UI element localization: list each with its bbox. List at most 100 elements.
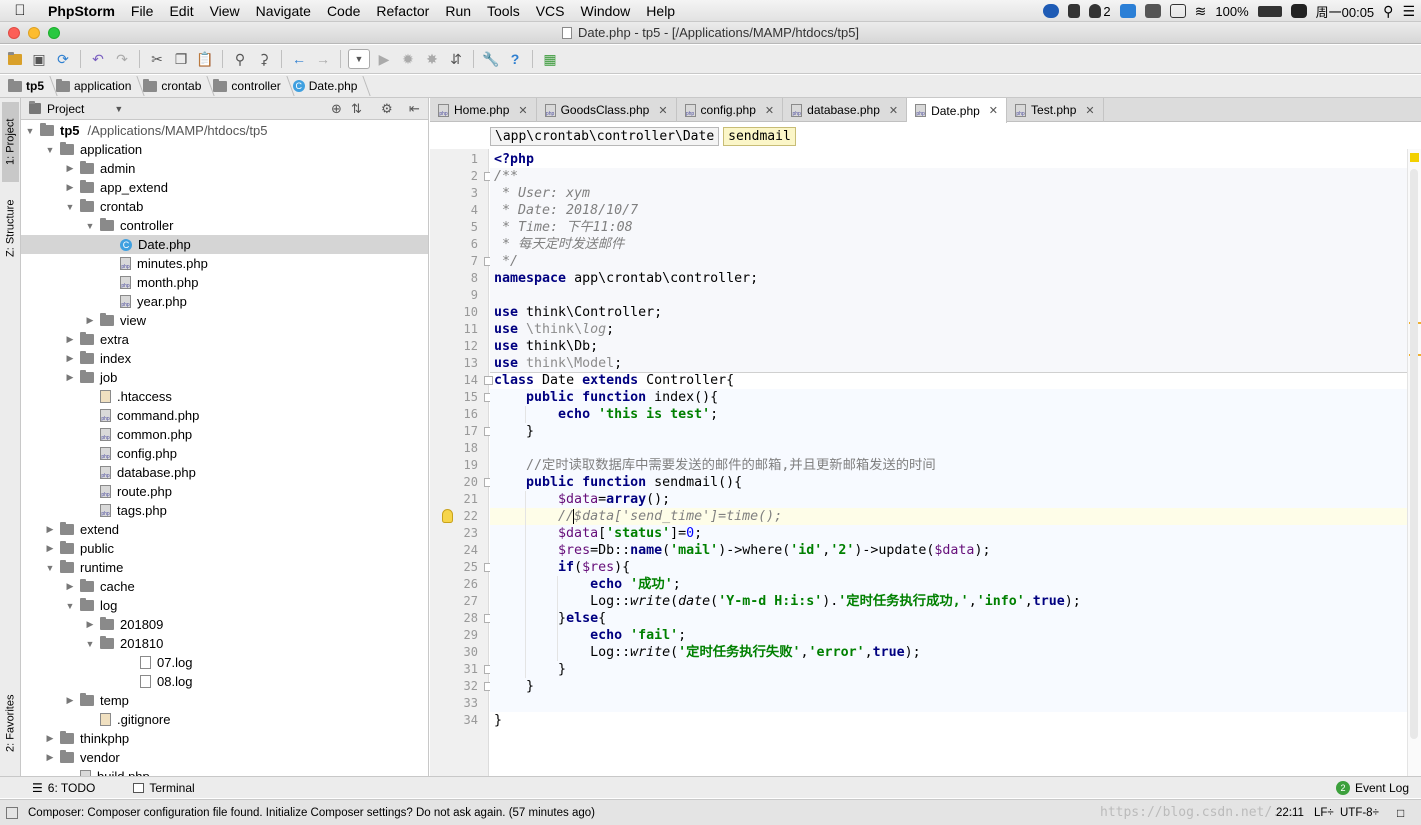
tree-item[interactable]: ▶ public <box>21 539 428 558</box>
lock-icon[interactable]: □ <box>1397 806 1404 820</box>
chevron-right-icon[interactable]: ▶ <box>64 695 76 706</box>
forward-icon[interactable]: → <box>313 49 333 69</box>
menu-run[interactable]: Run <box>437 3 479 19</box>
breadcrumb-item-application[interactable]: application <box>56 78 143 93</box>
menu-tools[interactable]: Tools <box>479 3 528 19</box>
line-number[interactable]: 12 <box>438 338 478 355</box>
run-config-dropdown[interactable]: ▼ <box>348 49 370 69</box>
todo-tool-tab[interactable]: ☰ 6: TODO <box>32 781 95 795</box>
line-number[interactable]: 7 <box>438 253 478 270</box>
inspection-status-icon[interactable] <box>1410 153 1419 162</box>
editor-tab[interactable]: php Home.php ✕ <box>430 98 537 122</box>
menu-vcs[interactable]: VCS <box>528 3 573 19</box>
open-icon[interactable] <box>5 49 25 69</box>
tree-item[interactable]: ▶ 201809 <box>21 615 428 634</box>
apple-icon[interactable]:  <box>0 2 40 19</box>
copy-icon[interactable]: ❐ <box>171 49 191 69</box>
favorites-tool-tab[interactable]: 2: Favorites <box>2 683 19 763</box>
status-message[interactable]: Composer: Composer configuration file fo… <box>28 807 595 819</box>
chevron-right-icon[interactable]: ▶ <box>64 334 76 345</box>
editor-tab[interactable]: php Date.php ✕ <box>907 98 1008 123</box>
input-method-icon[interactable] <box>1290 4 1307 18</box>
battery-icon[interactable] <box>1257 5 1282 17</box>
chevron-right-icon[interactable]: ▶ <box>44 543 56 554</box>
line-separator[interactable]: LF÷ <box>1314 807 1334 819</box>
chevron-right-icon[interactable]: ▶ <box>44 733 56 744</box>
qq-status[interactable]: 2 <box>1089 4 1111 19</box>
event-log-tool-tab[interactable]: 2 Event Log <box>1335 780 1409 795</box>
line-number[interactable]: 11 <box>438 321 478 338</box>
airplay-icon[interactable] <box>1169 4 1186 18</box>
menu-refactor[interactable]: Refactor <box>368 3 437 19</box>
help-icon[interactable]: ? <box>505 49 525 69</box>
tree-item[interactable]: php minutes.php <box>21 254 428 273</box>
tree-root[interactable]: ▼ tp5 /Applications/MAMP/htdocs/tp5 <box>21 121 428 140</box>
zoom-window-button[interactable] <box>48 27 60 39</box>
editor-tab[interactable]: php Test.php ✕ <box>1007 98 1104 122</box>
clock[interactable]: 周一00:05 <box>1316 2 1375 21</box>
tree-item[interactable]: 07.log <box>21 653 428 672</box>
find-icon[interactable]: ⚲ <box>230 49 250 69</box>
tree-item[interactable]: php year.php <box>21 292 428 311</box>
tree-item[interactable]: ▶ extra <box>21 330 428 349</box>
scroll-thumb[interactable] <box>1410 169 1418 739</box>
chevron-down-icon[interactable]: ▼ <box>114 104 123 114</box>
tree-item[interactable]: ▶ thinkphp <box>21 729 428 748</box>
editor-tab[interactable]: php GoodsClass.php ✕ <box>537 98 677 122</box>
chevron-down-icon[interactable]: ▼ <box>84 639 96 649</box>
tree-item[interactable]: .gitignore <box>21 710 428 729</box>
file-encoding[interactable]: UTF-8÷ <box>1340 807 1379 819</box>
line-number[interactable]: 26 <box>438 576 478 593</box>
line-number[interactable]: 16 <box>438 406 478 423</box>
line-number[interactable]: 5 <box>438 219 478 236</box>
notification-center-icon[interactable]: ☰ <box>1402 3 1415 20</box>
tree-item[interactable]: phpbuild.php <box>21 767 428 776</box>
terminal-tool-tab[interactable]: Terminal <box>133 781 195 795</box>
redo-icon[interactable]: ↷ <box>112 49 132 69</box>
editor-tab[interactable]: php config.php ✕ <box>677 98 784 122</box>
chevron-right-icon[interactable]: ▶ <box>44 752 56 763</box>
toggle-tool-windows-icon[interactable] <box>6 806 18 819</box>
chevron-right-icon[interactable]: ▶ <box>64 182 76 193</box>
close-window-button[interactable] <box>8 27 20 39</box>
menu-edit[interactable]: Edit <box>161 3 201 19</box>
line-number[interactable]: 30 <box>438 644 478 661</box>
line-number[interactable]: 17 <box>438 423 478 440</box>
intention-bulb-icon[interactable] <box>442 509 453 523</box>
keyboard-icon[interactable] <box>1144 4 1161 18</box>
hide-panel-icon[interactable]: ⇤ <box>409 101 420 117</box>
save-all-icon[interactable]: ▣ <box>29 49 49 69</box>
close-tab-icon[interactable]: ✕ <box>765 104 774 117</box>
vcs-update-icon[interactable]: ⇵ <box>446 49 466 69</box>
cloud-app-icon[interactable] <box>1043 4 1060 18</box>
line-number[interactable]: 19 <box>438 457 478 474</box>
tree-item[interactable]: ▶ extend <box>21 520 428 539</box>
breadcrumb-item-tp5[interactable]: tp5 <box>8 78 56 93</box>
close-tab-icon[interactable]: ✕ <box>1085 104 1094 117</box>
breadcrumb-item-date[interactable]: C Date.php <box>292 79 370 93</box>
menu-file[interactable]: File <box>123 3 162 19</box>
line-number[interactable]: 14 <box>438 372 478 389</box>
line-number[interactable]: 3 <box>438 185 478 202</box>
line-number[interactable]: 4 <box>438 202 478 219</box>
line-number[interactable]: 28 <box>438 610 478 627</box>
tree-item[interactable]: php tags.php <box>21 501 428 520</box>
line-number[interactable]: 31 <box>438 661 478 678</box>
tree-item[interactable]: php common.php <box>21 425 428 444</box>
tree-item[interactable]: ▶ app_extend <box>21 178 428 197</box>
tree-item[interactable]: php database.php <box>21 463 428 482</box>
minimize-window-button[interactable] <box>28 27 40 39</box>
namespace-crumb[interactable]: \app\crontab\controller\Date <box>490 126 720 146</box>
gear-icon[interactable]: ⚙ <box>381 101 393 117</box>
chevron-down-icon[interactable]: ▼ <box>44 145 56 155</box>
chevron-down-icon[interactable]: ▼ <box>64 601 76 611</box>
chevron-right-icon[interactable]: ▶ <box>84 315 96 326</box>
line-number[interactable]: 32 <box>438 678 478 695</box>
tree-item[interactable]: ▼ runtime <box>21 558 428 577</box>
line-number[interactable]: 27 <box>438 593 478 610</box>
line-number[interactable]: 10 <box>438 304 478 321</box>
tree-item[interactable]: ▼ log <box>21 596 428 615</box>
tool-icon[interactable] <box>1119 4 1136 18</box>
close-tab-icon[interactable]: ✕ <box>518 104 527 117</box>
coverage-icon[interactable]: ✸ <box>422 49 442 69</box>
